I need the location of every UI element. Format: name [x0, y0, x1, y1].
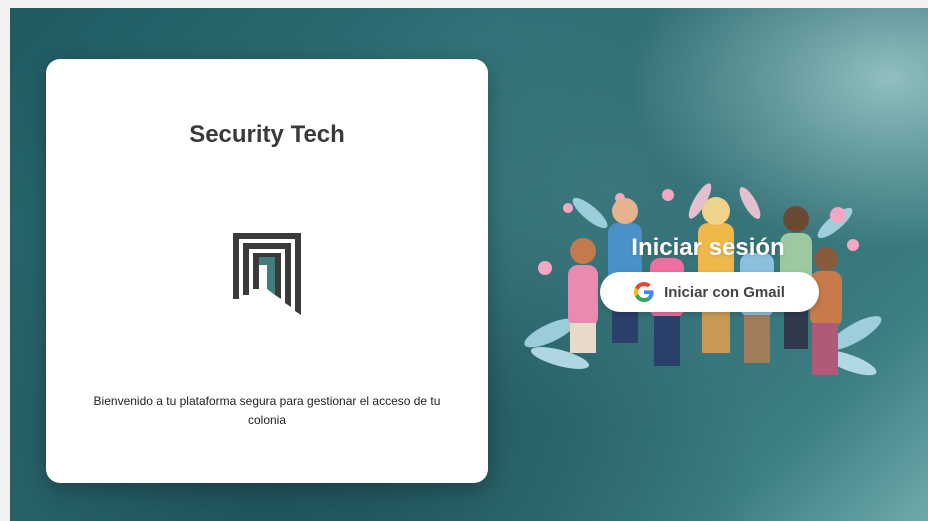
gmail-login-button[interactable]: Iniciar con Gmail [600, 272, 819, 312]
welcome-card: Security Tech Bienvenido a tu plataforma… [46, 59, 488, 483]
login-title: Iniciar sesión [631, 234, 785, 261]
app-title: Security Tech [189, 121, 345, 148]
page-background: Security Tech Bienvenido a tu plataforma… [10, 8, 928, 521]
security-tech-logo [233, 233, 301, 315]
google-icon [634, 282, 654, 302]
welcome-text: Bienvenido a tu plataforma segura para g… [93, 394, 441, 427]
gmail-button-label: Iniciar con Gmail [664, 283, 785, 301]
